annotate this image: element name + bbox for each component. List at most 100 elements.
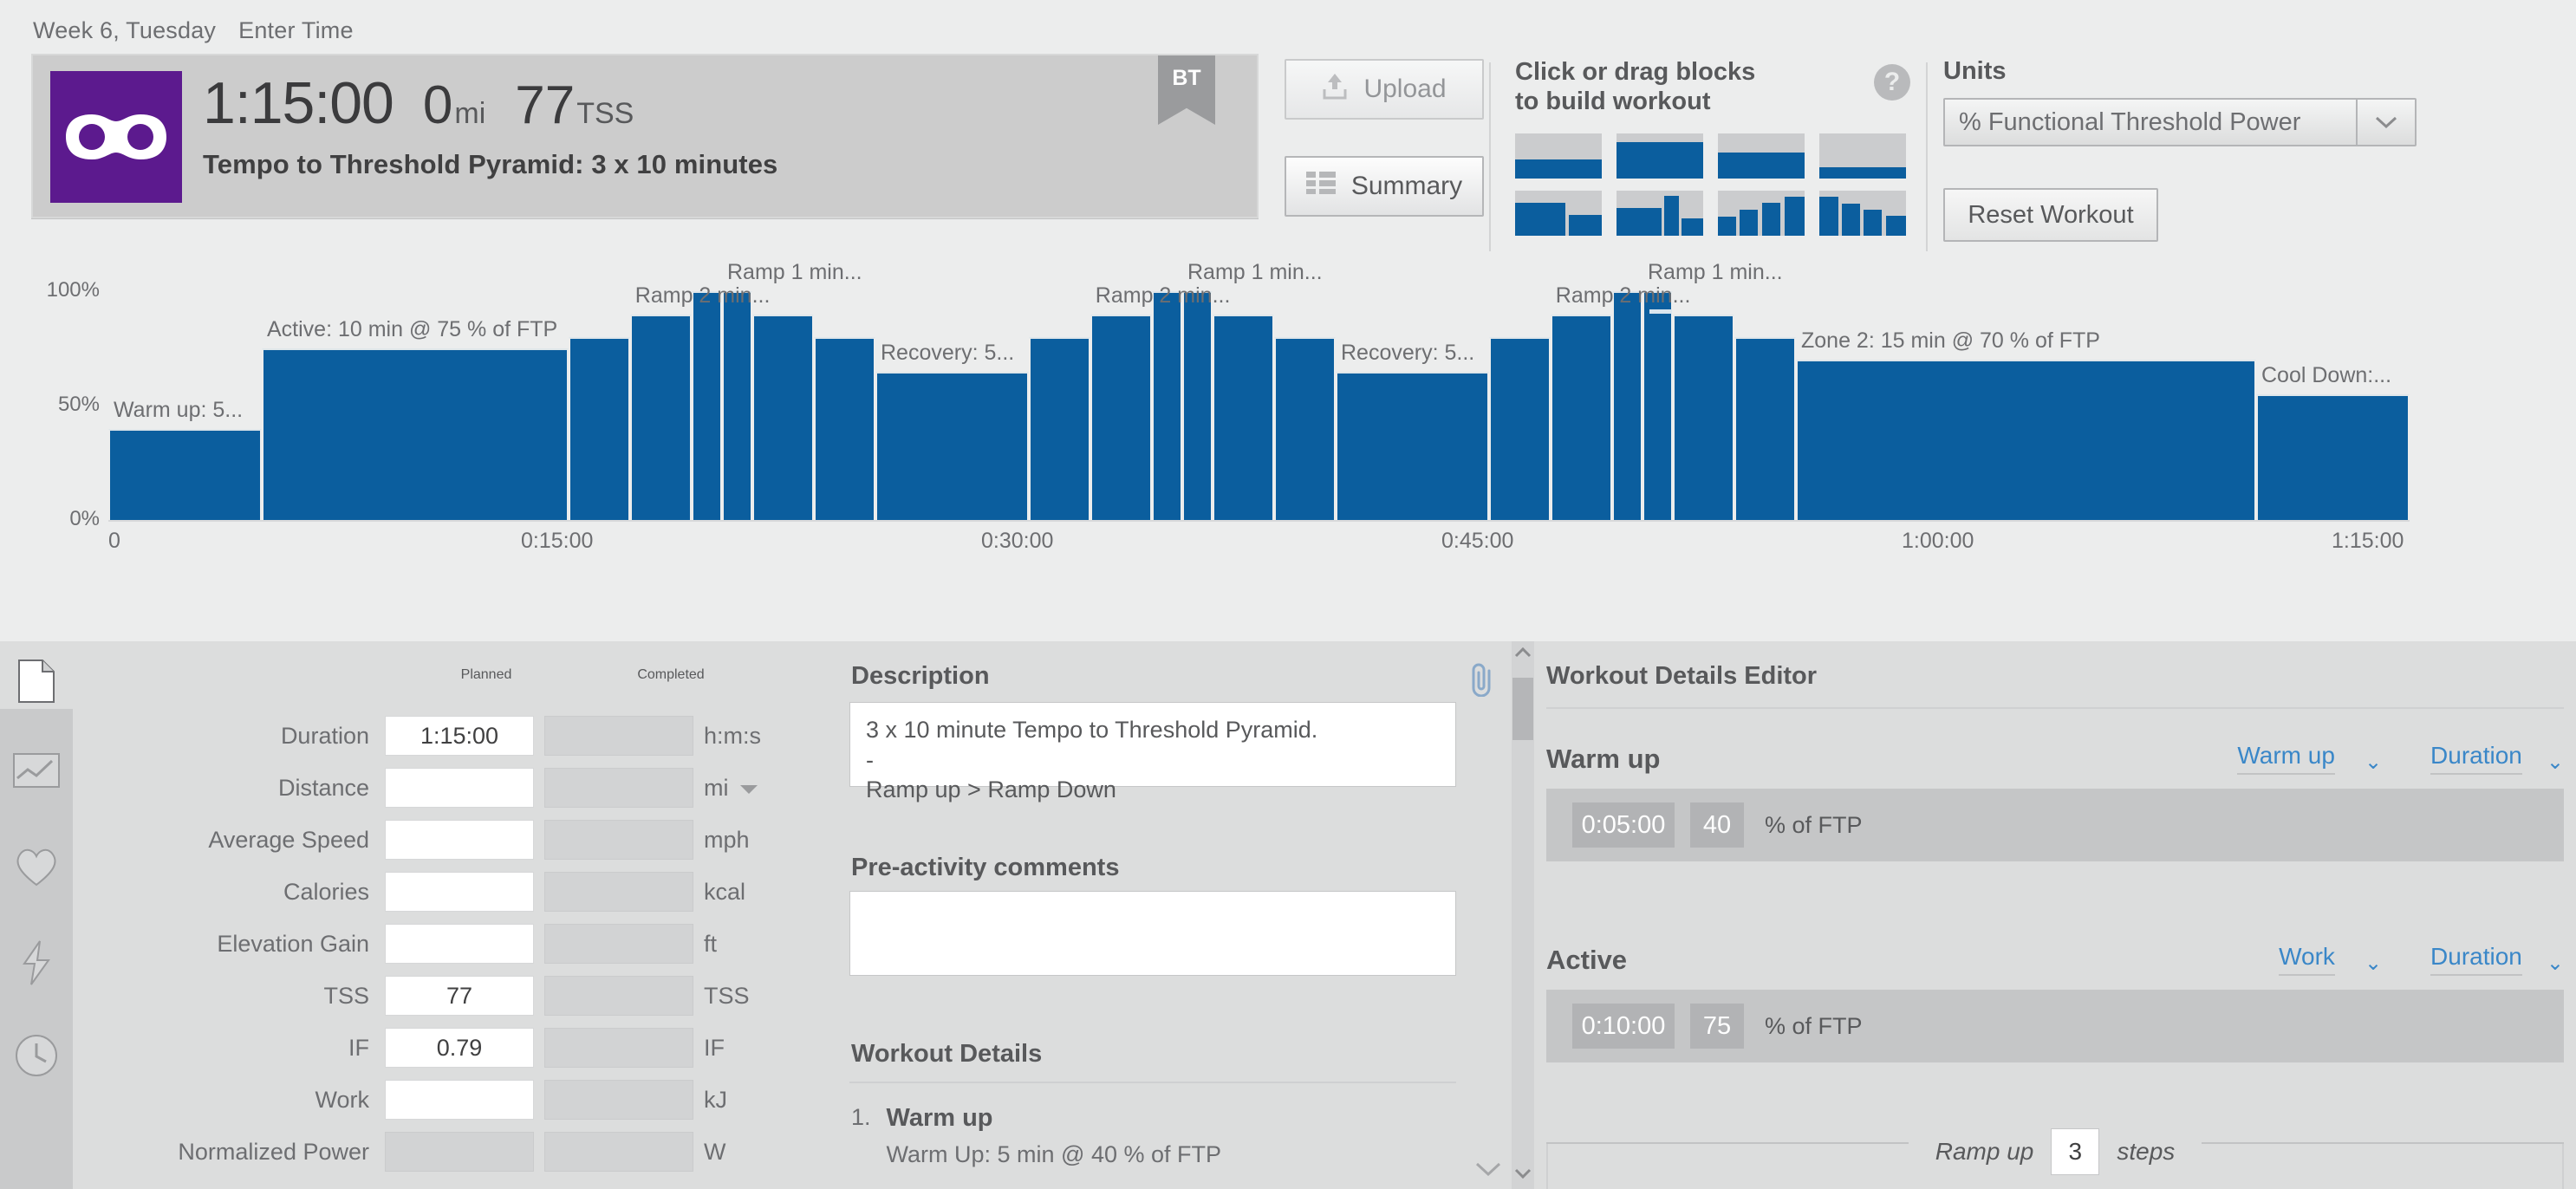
block-template-interval-spike[interactable] <box>1617 191 1703 236</box>
upload-button[interactable]: Upload <box>1285 59 1484 120</box>
chart-bar[interactable] <box>752 314 815 520</box>
summary-label: Summary <box>1350 172 1463 200</box>
chart-bar[interactable] <box>1151 291 1182 520</box>
ramp-control: Ramp up 3 steps <box>1546 1128 2564 1175</box>
block-template-ramp-down[interactable] <box>1819 191 1906 236</box>
upload-icon <box>1322 72 1348 107</box>
detail-expand-chevron-icon[interactable] <box>1475 1161 1501 1181</box>
chart-bar[interactable] <box>875 371 1029 520</box>
chevron-down-icon[interactable]: ⌄ <box>2547 750 2564 775</box>
units-select[interactable]: % Functional Threshold Power <box>1943 98 2417 146</box>
metric-label: Duration <box>280 722 369 749</box>
step-intensity-input[interactable]: 75 <box>1690 1004 1744 1049</box>
block-template-steady-low[interactable] <box>1515 133 1602 179</box>
chart-bar[interactable] <box>1643 291 1674 520</box>
chart-bar[interactable] <box>629 314 692 520</box>
chart-icon[interactable] <box>0 752 73 789</box>
step-duration-input[interactable]: 0:10:00 <box>1572 1004 1675 1049</box>
step-measure-select[interactable]: Duration <box>2430 943 2522 976</box>
description-textarea[interactable]: 3 x 10 minute Tempo to Threshold Pyramid… <box>849 702 1456 802</box>
comments-textarea[interactable] <box>849 891 1456 976</box>
block-template-steady-verylow[interactable] <box>1819 133 1906 179</box>
chart-bar[interactable] <box>1796 360 2256 520</box>
chart-bar[interactable] <box>691 291 722 520</box>
paperclip-icon[interactable] <box>1467 662 1496 701</box>
chevron-down-icon[interactable] <box>2356 100 2415 145</box>
chart-bar[interactable] <box>1213 314 1275 520</box>
chart-bar[interactable] <box>1611 291 1643 520</box>
chart-bar[interactable] <box>1550 314 1612 520</box>
step-body: 0:10:00 75 % of FTP <box>1546 990 2564 1062</box>
metric-label: Distance <box>277 774 369 801</box>
chart-bar[interactable] <box>1182 291 1213 520</box>
chevron-down-icon[interactable]: ⌄ <box>2547 951 2564 976</box>
chart-bar[interactable] <box>262 348 569 520</box>
step-type-select[interactable]: Work <box>2279 943 2335 976</box>
completed-value <box>544 820 693 860</box>
chart-bar[interactable] <box>1489 337 1551 520</box>
workout-profile-chart: 100% 50% 0% 0 0:15:00 0:30:00 0:45:00 1:00:00 1… <box>0 260 2576 634</box>
chart-bar[interactable] <box>1029 337 1090 520</box>
block-template-steady-high[interactable] <box>1617 133 1703 179</box>
planned-input[interactable] <box>385 820 534 860</box>
detail-item[interactable]: 1. Warm up Warm Up: 5 min @ 40 % of FTP <box>851 1104 1221 1168</box>
breadcrumb-enter-time[interactable]: Enter Time <box>238 17 354 44</box>
chevron-down-icon[interactable]: ⌄ <box>2365 951 2382 976</box>
chart-bar[interactable] <box>569 337 630 520</box>
chart-bar[interactable] <box>1274 337 1336 520</box>
summary-button[interactable]: Summary <box>1285 156 1484 217</box>
planned-input[interactable] <box>385 924 534 964</box>
chart-bar[interactable] <box>722 291 753 520</box>
table-row: Distance mi <box>73 764 830 811</box>
chart-bar[interactable] <box>1673 314 1735 520</box>
breadcrumb: Week 6, Tuesday Enter Time <box>33 17 354 44</box>
document-icon[interactable] <box>0 659 73 704</box>
planned-input[interactable] <box>385 1080 534 1120</box>
workout-distance-value: 0 <box>422 75 453 135</box>
chart-bar[interactable] <box>108 428 262 520</box>
planned-input[interactable] <box>385 768 534 808</box>
step-measure-select[interactable]: Duration <box>2430 742 2522 775</box>
planned-input[interactable]: 77 <box>385 976 534 1016</box>
block-palette: Click or drag blocks to build workout ? <box>1515 57 1922 236</box>
scrollbar-thumb[interactable] <box>1512 678 1533 740</box>
block-template-ramp-up[interactable] <box>1718 191 1805 236</box>
chart-bar[interactable] <box>2256 394 2410 520</box>
comments-heading: Pre-activity comments <box>851 854 1120 881</box>
unit-dropdown-icon[interactable] <box>739 775 758 802</box>
chart-plot[interactable] <box>108 269 2410 520</box>
help-icon[interactable]: ? <box>1874 64 1910 101</box>
workout-summary-card[interactable]: 1:15:00 0 mi 77 TSS Tempo to Threshold P… <box>31 54 1259 218</box>
planned-input[interactable]: 0.79 <box>385 1028 534 1068</box>
planned-input[interactable] <box>385 872 534 912</box>
step-intensity-input[interactable]: 40 <box>1690 802 1744 848</box>
chevron-down-icon[interactable]: ⌄ <box>2365 750 2382 775</box>
scroll-down-icon[interactable] <box>1512 1167 1534 1184</box>
scroll-up-icon[interactable] <box>1512 646 1534 663</box>
description-scrollbar[interactable] <box>1512 641 1534 1189</box>
metric-label: TSS <box>323 982 369 1009</box>
description-panel: Description 3 x 10 minute Tempo to Thres… <box>830 641 1534 1189</box>
lightning-icon[interactable] <box>0 939 73 986</box>
units-select-value: % Functional Threshold Power <box>1945 100 2356 145</box>
clock-icon[interactable] <box>0 1033 73 1078</box>
completed-value <box>544 1132 693 1172</box>
metric-label: Work <box>315 1086 369 1113</box>
breadcrumb-week-day[interactable]: Week 6, Tuesday <box>33 17 216 44</box>
heart-icon[interactable] <box>0 846 73 887</box>
chart-bar[interactable] <box>1090 314 1152 520</box>
detail-title: Warm up <box>886 1104 993 1132</box>
chart-bar[interactable] <box>814 337 875 520</box>
block-grid <box>1515 133 1906 236</box>
status-badge: BT <box>1158 55 1215 125</box>
table-row: Average Speed mph <box>73 816 830 863</box>
reset-workout-button[interactable]: Reset Workout <box>1943 188 2158 242</box>
block-template-interval-two[interactable] <box>1515 191 1602 236</box>
step-type-select[interactable]: Warm up <box>2237 742 2335 775</box>
planned-input[interactable]: 1:15:00 <box>385 716 534 756</box>
chart-bar[interactable] <box>1734 337 1796 520</box>
step-duration-input[interactable]: 0:05:00 <box>1572 802 1675 848</box>
chart-bar[interactable] <box>1336 371 1489 520</box>
ramp-steps-input[interactable]: 3 <box>2051 1128 2100 1175</box>
block-template-steady-mid[interactable] <box>1718 133 1805 179</box>
